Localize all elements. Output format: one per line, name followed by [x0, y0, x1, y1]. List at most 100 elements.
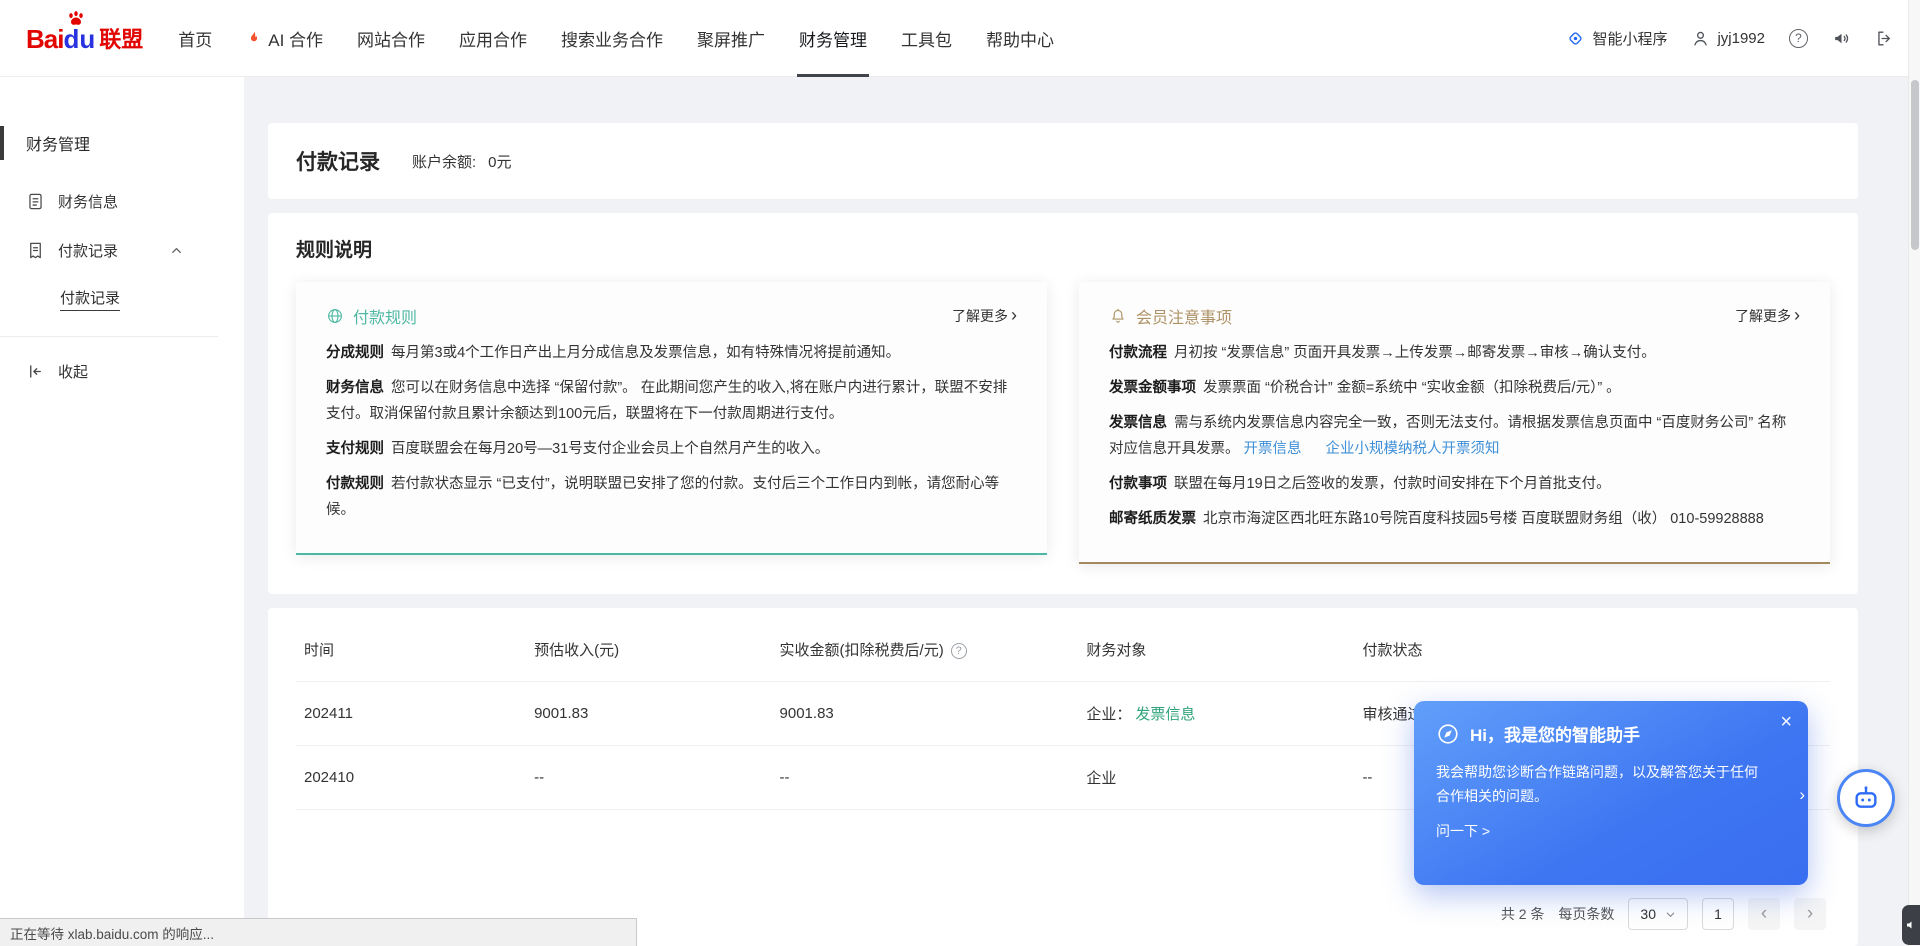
- miniprogram-icon: [1566, 29, 1585, 48]
- rule-item: 发票信息需与系统内发票信息内容完全一致，否则无法支付。请根据发票信息页面中 “百…: [1109, 410, 1800, 462]
- collapse-icon: [26, 362, 45, 381]
- assistant-popup: Hi，我是您的智能助手 × 我会帮助您诊断合作链路问题，以及解答您关于任何合作相…: [1414, 701, 1808, 885]
- page-number[interactable]: 1: [1702, 898, 1734, 930]
- baidu-union-logo[interactable]: Bai du 联盟: [26, 22, 143, 55]
- learn-more-member-link[interactable]: 了解更多 ›: [1735, 306, 1800, 326]
- payment-rules-title: 付款规则: [353, 304, 417, 328]
- flame-icon: [246, 30, 262, 46]
- rule-item: 付款规则若付款状态显示 “已支付”，说明联盟已安排了您的付款。支付后三个工作日内…: [326, 471, 1017, 523]
- sound-icon[interactable]: [1832, 29, 1851, 48]
- browser-status-bar: 正在等待 xlab.baidu.com 的响应...: [0, 918, 637, 946]
- sidebar-section-finance-management[interactable]: 财务管理: [0, 121, 244, 165]
- bell-icon: [1109, 307, 1127, 325]
- column-header-payment-status: 付款状态: [1354, 618, 1830, 682]
- rule-item: 分成规则每月第3或4个工作日产出上月分成信息及发票信息，如有特殊情况将提前通知。: [326, 340, 1017, 366]
- rules-section-title: 规则说明: [296, 235, 1830, 262]
- chevron-down-icon: [1665, 909, 1676, 920]
- popup-expand-icon[interactable]: ›: [1799, 785, 1805, 805]
- cell-time: 202410: [296, 745, 526, 809]
- cell-estimated: 9001.83: [526, 681, 771, 745]
- column-header-actual: 实收金额(扣除税费后/元)?: [772, 618, 1079, 682]
- sidebar: 财务管理 财务信息 付款记录 付款记录 收起: [0, 77, 244, 946]
- nav-item-app-cooperation[interactable]: 应用合作: [442, 0, 544, 76]
- globe-icon: [326, 307, 344, 325]
- rules-section: 规则说明 付款规则 了解更多 › 分成规则每月第3或4个工作日产出上月分成信息及…: [268, 213, 1858, 594]
- sidebar-item-finance-info[interactable]: 财务信息: [0, 177, 244, 226]
- robot-icon: [1850, 782, 1882, 814]
- page-size-label: 每页条数: [1558, 904, 1614, 924]
- sidebar-divider: [0, 336, 218, 337]
- user-icon: [1691, 29, 1710, 48]
- nav-item-toolkit[interactable]: 工具包: [884, 0, 969, 76]
- cell-actual: --: [772, 745, 1079, 809]
- nav-item-ai-cooperation[interactable]: AI 合作: [229, 0, 340, 76]
- baidu-paw-icon: [66, 9, 86, 29]
- smart-miniprogram-link[interactable]: 智能小程序: [1566, 28, 1667, 49]
- username: jyj1992: [1717, 30, 1765, 47]
- payment-rules-card: 付款规则 了解更多 › 分成规则每月第3或4个工作日产出上月分成信息及发票信息，…: [296, 282, 1047, 555]
- close-icon[interactable]: ×: [1780, 712, 1792, 732]
- nav-item-screen-promotion[interactable]: 聚屏推广: [680, 0, 782, 76]
- page-title: 付款记录: [296, 146, 380, 176]
- rule-item: 支付规则百度联盟会在每月20号—31号支付企业会员上个自然月产生的收入。: [326, 436, 1017, 462]
- cell-estimated: --: [526, 745, 771, 809]
- assistant-message: 我会帮助您诊断合作链路问题，以及解答您关于任何合作相关的问题。: [1436, 761, 1771, 809]
- column-header-estimated: 预估收入(元): [526, 618, 771, 682]
- cell-actual: 9001.83: [772, 681, 1079, 745]
- learn-more-payment-link[interactable]: 了解更多 ›: [952, 306, 1017, 326]
- ask-button[interactable]: 问一下 >: [1436, 821, 1786, 841]
- compass-icon: [1436, 722, 1460, 746]
- total-count: 共 2 条: [1501, 904, 1545, 924]
- main-navigation: 首页 AI 合作 网站合作 应用合作 搜索业务合作 聚屏推广 财务管理 工具包 …: [161, 0, 1071, 76]
- member-notes-card: 会员注意事项 了解更多 › 付款流程月初按 “发票信息” 页面开具发票→上传发票…: [1079, 282, 1830, 564]
- top-navigation-bar: Bai du 联盟 首页 AI 合作 网站合作 应用合作 搜索业务合作 聚屏推广…: [0, 0, 1920, 77]
- invoice-info-link[interactable]: 发票信息: [1135, 706, 1195, 723]
- sidebar-item-payment-records[interactable]: 付款记录: [0, 226, 244, 275]
- small-taxpayer-guide-link[interactable]: 企业小规模纳税人开票须知: [1326, 441, 1500, 457]
- next-page-button[interactable]: ›: [1794, 898, 1826, 930]
- rule-item: 发票金额事项发票票面 “价税合计” 金额=系统中 “实收金额（扣除税费后/元）”…: [1109, 375, 1800, 401]
- assistant-title: Hi，我是您的智能助手: [1470, 721, 1640, 746]
- cell-finance-object: 企业: [1078, 745, 1354, 809]
- logout-icon[interactable]: [1875, 29, 1894, 48]
- prev-page-button[interactable]: ‹: [1748, 898, 1780, 930]
- page-header-card: 付款记录 账户余额: 0元: [268, 123, 1858, 199]
- user-account[interactable]: jyj1992: [1691, 29, 1765, 48]
- sidebar-collapse-button[interactable]: 收起: [0, 347, 244, 396]
- chevron-right-icon: ›: [1794, 306, 1800, 326]
- balance-value: 0元: [488, 151, 511, 172]
- speaker-widget-icon: [1905, 919, 1917, 931]
- assistant-fab-button[interactable]: [1837, 769, 1895, 827]
- cell-finance-object: 企业：发票信息: [1078, 681, 1354, 745]
- floating-side-widget[interactable]: [1902, 905, 1920, 945]
- invoice-info-link[interactable]: 开票信息: [1244, 441, 1302, 457]
- logo-text-bai: Bai: [26, 24, 63, 55]
- balance-label: 账户余额:: [412, 151, 476, 172]
- sidebar-subitem-payment-records[interactable]: 付款记录: [0, 275, 244, 320]
- cell-time: 202411: [296, 681, 526, 745]
- scrollbar[interactable]: [1908, 0, 1920, 946]
- document-icon: [26, 192, 45, 211]
- help-icon[interactable]: ?: [951, 643, 967, 659]
- nav-item-finance-management[interactable]: 财务管理: [782, 0, 884, 76]
- rule-item: 付款事项联盟在每月19日之后签收的发票，付款时间安排在下个月首批支付。: [1109, 471, 1800, 497]
- topnav-right-tools: 智能小程序 jyj1992 ?: [1566, 28, 1894, 49]
- rule-item: 付款流程月初按 “发票信息” 页面开具发票→上传发票→邮寄发票→审核→确认支付。: [1109, 340, 1800, 366]
- member-notes-title: 会员注意事项: [1136, 304, 1232, 328]
- rule-item: 财务信息您可以在财务信息中选择 “保留付款”。 在此期间您产生的收入,将在账户内…: [326, 375, 1017, 427]
- chevron-up-icon: [169, 243, 184, 258]
- column-header-finance-object: 财务对象: [1078, 618, 1354, 682]
- account-balance: 账户余额: 0元: [412, 151, 512, 172]
- nav-item-website-cooperation[interactable]: 网站合作: [340, 0, 442, 76]
- page-size-select[interactable]: 30: [1628, 898, 1688, 930]
- column-header-time: 时间: [296, 618, 526, 682]
- nav-item-search-business[interactable]: 搜索业务合作: [544, 0, 680, 76]
- chevron-right-icon: ›: [1011, 306, 1017, 326]
- scrollbar-thumb[interactable]: [1911, 80, 1919, 250]
- nav-item-home[interactable]: 首页: [161, 0, 229, 76]
- receipt-icon: [26, 241, 45, 260]
- logo-text-union: 联盟: [99, 22, 143, 55]
- nav-item-help-center[interactable]: 帮助中心: [969, 0, 1071, 76]
- rule-item: 邮寄纸质发票北京市海淀区西北旺东路10号院百度科技园5号楼 百度联盟财务组（收）…: [1109, 506, 1800, 532]
- help-circle-icon[interactable]: ?: [1789, 29, 1808, 48]
